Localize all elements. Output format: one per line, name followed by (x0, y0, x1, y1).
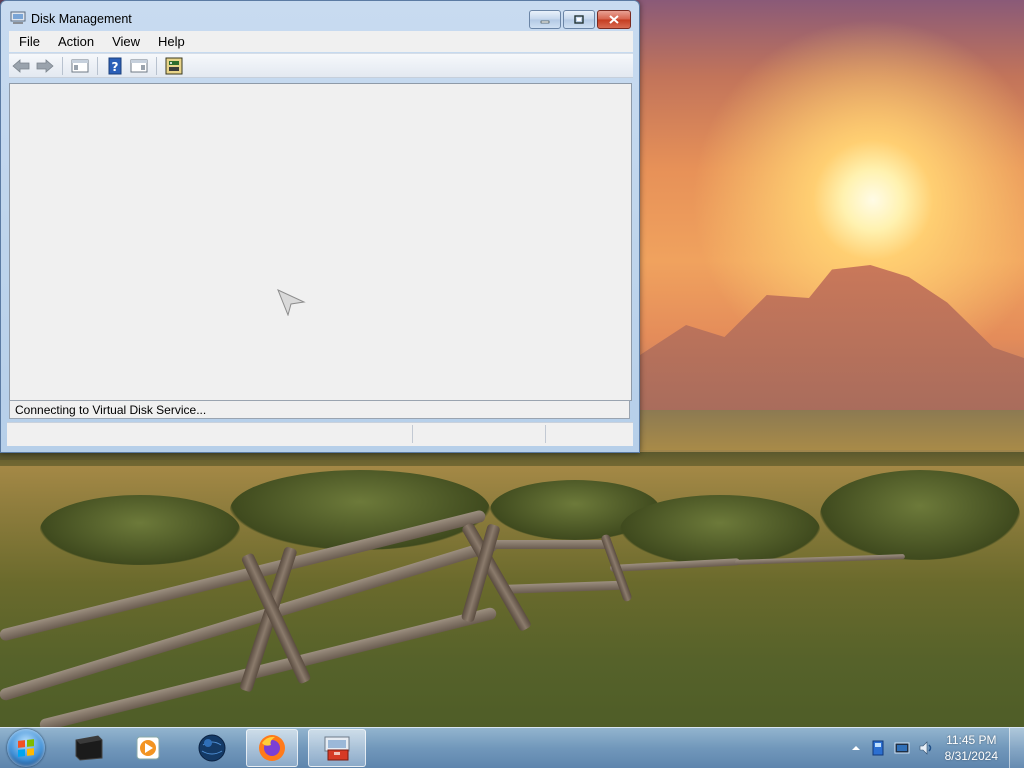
status-divider (412, 425, 413, 443)
windows-logo-icon (18, 739, 34, 757)
back-button[interactable] (11, 56, 31, 76)
fence-rail (490, 540, 610, 549)
start-button[interactable] (7, 729, 45, 767)
system-tray: 11:45 PM 8/31/2024 (834, 728, 1024, 768)
toolbar-separator (97, 56, 98, 75)
console-tree-icon (71, 59, 89, 72)
minimize-icon (540, 20, 550, 23)
menu-action[interactable]: Action (48, 34, 102, 49)
media-player-icon (136, 736, 160, 760)
shrub (820, 470, 1020, 560)
caption-buttons (529, 10, 631, 29)
disk-view-pane[interactable] (9, 83, 632, 401)
show-desktop-button[interactable] (1009, 728, 1024, 768)
disk-management-app-icon (10, 11, 26, 24)
help-button[interactable]: ? (105, 56, 125, 76)
toolbar-separator (62, 56, 63, 75)
menu-bar: File Action View Help (9, 31, 633, 52)
toolbar-separator (156, 56, 157, 75)
shrub (230, 470, 490, 550)
action-center-icon[interactable] (870, 740, 886, 756)
volume-icon[interactable] (918, 740, 934, 756)
disk-management-icon (324, 736, 350, 761)
properties-panel-icon (130, 59, 148, 72)
clock-date: 8/31/2024 (944, 749, 998, 763)
command-terminal-icon (75, 735, 103, 761)
show-hide-action-pane-button[interactable] (129, 56, 149, 76)
network-globe-icon (198, 734, 226, 762)
svg-text:?: ? (112, 60, 119, 74)
forward-arrow-icon (36, 58, 54, 73)
taskbar-app-firefox[interactable] (246, 729, 298, 767)
menu-help[interactable]: Help (148, 34, 193, 49)
shrub (40, 495, 240, 565)
disk-management-window[interactable]: Disk Management File Action View Help ? … (0, 0, 640, 453)
disk-properties-button[interactable] (164, 56, 184, 76)
disk-properties-icon (165, 57, 183, 74)
shrub (620, 495, 820, 565)
toolbar: ? (9, 53, 633, 78)
treeline (0, 452, 1024, 466)
title-bar[interactable]: Disk Management (1, 1, 639, 33)
show-hide-console-tree-button[interactable] (70, 56, 90, 76)
fence-rail (499, 580, 626, 594)
mouse-pointer-icon (277, 289, 306, 316)
status-message: Connecting to Virtual Disk Service... (9, 400, 630, 419)
mountain-silhouette (640, 265, 1024, 415)
taskbar-app-media-player[interactable] (122, 729, 174, 767)
close-icon (609, 15, 619, 24)
taskbar-app-terminal[interactable] (62, 729, 114, 767)
clock-time: 11:45 PM (946, 733, 997, 747)
forward-button[interactable] (35, 56, 55, 76)
firefox-icon (259, 735, 285, 761)
status-bar (7, 422, 633, 446)
taskbar-app-disk-management[interactable] (308, 729, 366, 767)
taskbar-app-network[interactable] (186, 729, 238, 767)
menu-file[interactable]: File (9, 34, 48, 49)
back-arrow-icon (12, 58, 30, 73)
network-icon[interactable] (894, 740, 910, 756)
restore-icon (574, 15, 584, 24)
show-hidden-icons-icon[interactable] (848, 740, 864, 756)
restore-button[interactable] (563, 10, 595, 29)
window-title: Disk Management (31, 12, 132, 26)
clock[interactable]: 11:45 PM 8/31/2024 (945, 732, 998, 764)
menu-view[interactable]: View (102, 34, 148, 49)
minimize-button[interactable] (529, 10, 561, 29)
taskbar: 11:45 PM 8/31/2024 (0, 727, 1024, 768)
close-button[interactable] (597, 10, 631, 29)
status-divider (545, 425, 546, 443)
help-icon: ? (108, 57, 122, 74)
